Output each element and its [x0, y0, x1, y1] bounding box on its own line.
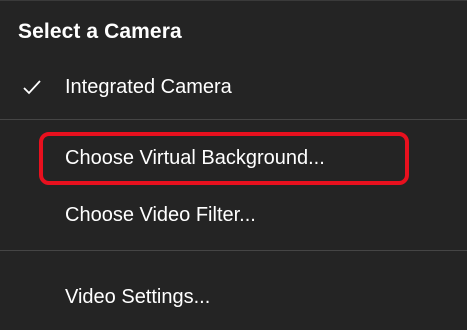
- camera-menu: Select a Camera Integrated Camera Choose…: [0, 0, 467, 330]
- menu-item-choose-virtual-background[interactable]: Choose Virtual Background...: [0, 136, 467, 180]
- menu-item-label: Video Settings...: [65, 286, 211, 308]
- menu-item-label: Integrated Camera: [65, 76, 232, 98]
- menu-item-choose-video-filter[interactable]: Choose Video Filter...: [0, 193, 467, 237]
- menu-separator: [0, 250, 467, 251]
- check-icon: [23, 80, 41, 95]
- menu-item-video-settings[interactable]: Video Settings...: [0, 275, 467, 319]
- menu-item-label: Choose Virtual Background...: [65, 147, 325, 169]
- menu-header: Select a Camera: [18, 20, 182, 43]
- menu-item-integrated-camera[interactable]: Integrated Camera: [0, 65, 467, 109]
- menu-separator: [0, 119, 467, 120]
- menu-item-label: Choose Video Filter...: [65, 204, 256, 226]
